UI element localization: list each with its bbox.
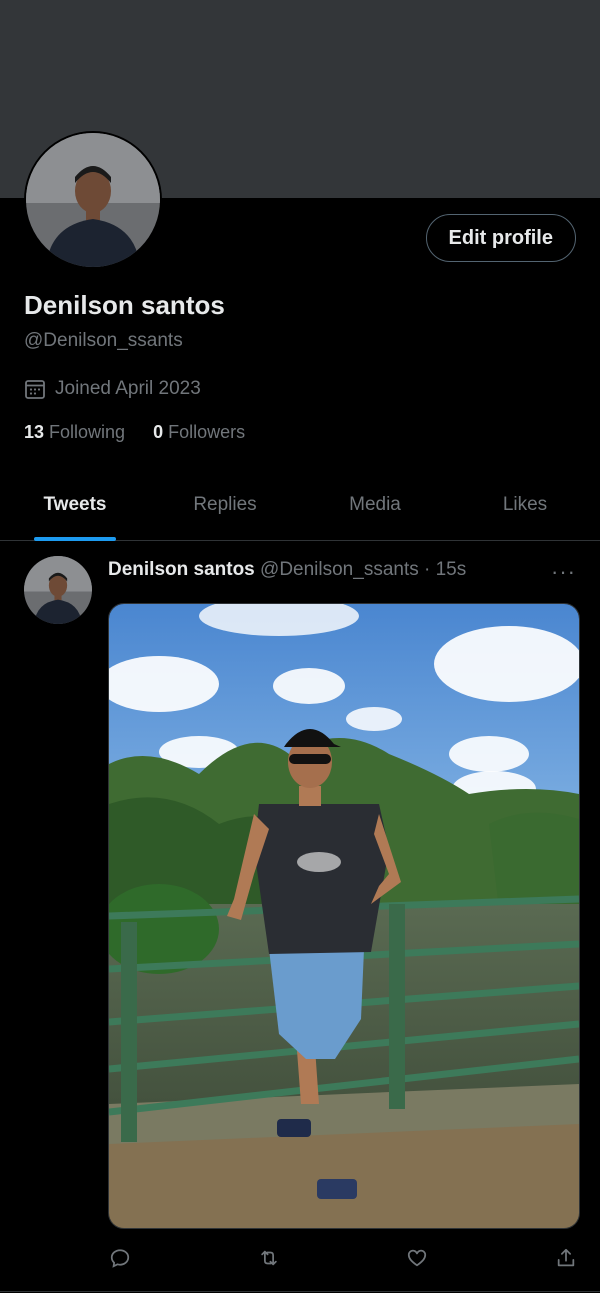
tab-likes[interactable]: Likes bbox=[450, 470, 600, 540]
tab-replies[interactable]: Replies bbox=[150, 470, 300, 540]
tweet-actions bbox=[108, 1246, 578, 1270]
like-icon[interactable] bbox=[405, 1246, 429, 1270]
joined-label: Joined April 2023 bbox=[55, 378, 201, 399]
retweet-icon[interactable] bbox=[257, 1246, 281, 1270]
reply-icon[interactable] bbox=[108, 1246, 132, 1270]
profile-tabs: Tweets Replies Media Likes bbox=[0, 470, 600, 541]
profile-handle: @Denilson_ssants bbox=[24, 330, 183, 351]
profile-name: Denilson santos bbox=[24, 290, 225, 320]
joined-date: Joined April 2023 bbox=[24, 378, 201, 400]
tweet-header: Denilson santos @Denilson_ssants · 15s bbox=[108, 559, 466, 581]
followers-count: 0 bbox=[153, 422, 164, 442]
tweet-item[interactable]: Denilson santos @Denilson_ssants · 15s ·… bbox=[0, 541, 600, 1292]
following-stat[interactable]: 13 Following bbox=[24, 422, 125, 443]
following-label: Following bbox=[49, 422, 126, 442]
tweet-photo[interactable] bbox=[108, 603, 580, 1229]
share-icon[interactable] bbox=[554, 1246, 578, 1270]
edit-profile-button[interactable]: Edit profile bbox=[425, 214, 576, 262]
followers-stat[interactable]: 0 Followers bbox=[153, 422, 245, 443]
profile-stats: 13 Following 0 Followers bbox=[24, 422, 245, 443]
tweet-author-name[interactable]: Denilson santos bbox=[108, 559, 255, 580]
following-count: 13 bbox=[24, 422, 45, 442]
calendar-icon bbox=[25, 380, 45, 399]
followers-label: Followers bbox=[168, 422, 246, 442]
tab-tweets[interactable]: Tweets bbox=[0, 470, 150, 540]
tweet-author-avatar[interactable] bbox=[24, 556, 92, 624]
tab-media[interactable]: Media bbox=[300, 470, 450, 540]
tweet-meta: @Denilson_ssants · 15s bbox=[260, 559, 467, 580]
more-icon[interactable]: ··· bbox=[551, 559, 576, 585]
profile-avatar[interactable] bbox=[24, 131, 162, 269]
